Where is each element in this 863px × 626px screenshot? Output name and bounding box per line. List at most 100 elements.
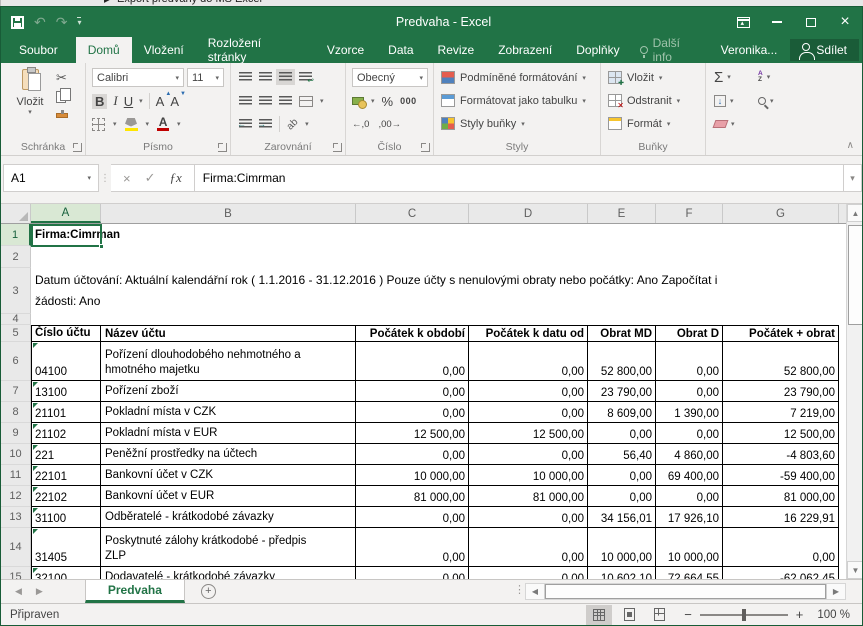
- cell-c14[interactable]: 0,00: [356, 528, 469, 567]
- cell-g11[interactable]: -59 400,00: [723, 465, 839, 486]
- row-header-14[interactable]: 14: [1, 528, 31, 567]
- bold-button[interactable]: B: [92, 94, 107, 109]
- insert-function-icon[interactable]: ƒx: [170, 170, 182, 186]
- number-format-combo[interactable]: Obecný▾: [352, 68, 428, 87]
- cell-e6[interactable]: 52 800,00: [588, 342, 656, 381]
- cell-d5[interactable]: Počátek k datu od: [469, 325, 588, 342]
- cell-e15[interactable]: 10 602,10: [588, 567, 656, 579]
- font-color-dropdown-icon[interactable]: ▾: [177, 120, 181, 128]
- cell-f6[interactable]: 0,00: [656, 342, 723, 381]
- alignment-dialog-launcher-icon[interactable]: [333, 143, 342, 152]
- column-header-b[interactable]: B: [101, 204, 356, 223]
- row-header-5[interactable]: 5: [1, 325, 31, 342]
- cell-b12[interactable]: Bankovní účet v EUR: [101, 486, 356, 507]
- cell-f9[interactable]: 0,00: [656, 423, 723, 444]
- borders-icon[interactable]: [92, 118, 105, 131]
- align-center-icon[interactable]: [259, 96, 272, 106]
- new-sheet-button[interactable]: +: [201, 580, 216, 603]
- cell-b15[interactable]: Dodavatelé - krátkodobé závazky: [101, 567, 356, 579]
- cell-a6[interactable]: 04100: [31, 342, 101, 381]
- align-middle-icon[interactable]: [259, 72, 272, 82]
- cell-a10[interactable]: 221: [31, 444, 101, 465]
- cell-g15[interactable]: -62 062,45: [723, 567, 839, 579]
- cell-g13[interactable]: 16 229,91: [723, 507, 839, 528]
- cell-c11[interactable]: 10 000,00: [356, 465, 469, 486]
- cell-c8[interactable]: 0,00: [356, 402, 469, 423]
- cell-e7[interactable]: 23 790,00: [588, 381, 656, 402]
- horizontal-scroll-thumb[interactable]: [545, 584, 826, 599]
- row-header-3[interactable]: 3: [1, 268, 31, 314]
- cell-c15[interactable]: 0,00: [356, 567, 469, 579]
- column-header-a[interactable]: A: [31, 204, 101, 223]
- shrink-font-button[interactable]: A: [170, 94, 179, 109]
- sort-filter-dropdown-icon[interactable]: ▾: [767, 73, 771, 81]
- cell-f14[interactable]: 10 000,00: [656, 528, 723, 567]
- zoom-out-icon[interactable]: −: [684, 607, 692, 622]
- merge-dropdown-icon[interactable]: ▾: [320, 97, 324, 105]
- scroll-up-icon[interactable]: ▲: [847, 204, 863, 222]
- close-button[interactable]: ×: [828, 7, 862, 37]
- cell-e11[interactable]: 0,00: [588, 465, 656, 486]
- cell-c6[interactable]: 0,00: [356, 342, 469, 381]
- enter-icon[interactable]: ✓: [145, 170, 156, 186]
- cell-d9[interactable]: 12 500,00: [469, 423, 588, 444]
- form-t-button[interactable]: Formát▾: [608, 115, 680, 132]
- undo-icon[interactable]: ↶: [34, 15, 46, 29]
- clear-dropdown-icon[interactable]: ▾: [731, 120, 735, 128]
- scroll-left-icon[interactable]: ◀: [526, 584, 545, 599]
- sort-filter-icon[interactable]: AZ: [758, 71, 763, 83]
- formula-input[interactable]: Firma:Cimrman: [195, 164, 844, 192]
- row-header-12[interactable]: 12: [1, 486, 31, 507]
- normal-view-button[interactable]: [586, 605, 612, 625]
- cell-b9[interactable]: Pokladní místa v EUR: [101, 423, 356, 444]
- podm-n-n-form-tov-n-button[interactable]: Podmíněné formátování▾: [441, 69, 586, 86]
- cell-g5[interactable]: Počátek + obrat: [723, 325, 839, 342]
- cell-g7[interactable]: 23 790,00: [723, 381, 839, 402]
- cell-b5[interactable]: Název účtu: [101, 325, 356, 342]
- increase-indent-icon[interactable]: [259, 119, 272, 129]
- column-header-c[interactable]: C: [356, 204, 469, 223]
- fill-down-icon[interactable]: ↓: [714, 95, 726, 107]
- orientation-dropdown-icon[interactable]: ▾: [305, 120, 309, 128]
- cell-g12[interactable]: 81 000,00: [723, 486, 839, 507]
- share-button[interactable]: Sdílet: [790, 39, 859, 61]
- cell-a14[interactable]: 31405: [31, 528, 101, 567]
- page-layout-view-button[interactable]: [616, 605, 642, 625]
- save-icon[interactable]: [11, 16, 24, 29]
- scroll-right-icon[interactable]: ▶: [826, 584, 845, 599]
- tab-soubor[interactable]: Soubor: [1, 37, 76, 63]
- grow-font-button[interactable]: A: [156, 94, 165, 109]
- tab-zobrazen[interactable]: Zobrazení: [486, 37, 564, 63]
- cell-area-row-1[interactable]: Firma:Cimrman: [31, 224, 846, 246]
- row-header-6[interactable]: 6: [1, 342, 31, 381]
- autosum-dropdown-icon[interactable]: ▾: [727, 73, 731, 81]
- cell-d6[interactable]: 0,00: [469, 342, 588, 381]
- align-left-icon[interactable]: [239, 96, 252, 106]
- cell-c5[interactable]: Počátek k období: [356, 325, 469, 342]
- collapse-ribbon-icon[interactable]: ∧: [847, 140, 854, 151]
- increase-decimal-icon[interactable]: ←,0: [352, 119, 369, 130]
- cell-g9[interactable]: 12 500,00: [723, 423, 839, 444]
- vertical-scrollbar[interactable]: ▲ ▼: [846, 204, 863, 579]
- cell-a15[interactable]: 32100: [31, 567, 101, 579]
- cell-a7[interactable]: 13100: [31, 381, 101, 402]
- row-header-8[interactable]: 8: [1, 402, 31, 423]
- cut-icon[interactable]: ✂: [56, 71, 67, 84]
- cell-e12[interactable]: 0,00: [588, 486, 656, 507]
- decrease-indent-icon[interactable]: [239, 119, 252, 129]
- ribbon-display-options-button[interactable]: [726, 7, 760, 37]
- cell-f11[interactable]: 69 400,00: [656, 465, 723, 486]
- format-painter-icon[interactable]: [56, 113, 68, 118]
- cell-c7[interactable]: 0,00: [356, 381, 469, 402]
- next-sheet-icon[interactable]: ▶: [36, 586, 43, 597]
- row-header-2[interactable]: 2: [1, 246, 31, 268]
- cell-b11[interactable]: Bankovní účet v CZK: [101, 465, 356, 486]
- align-top-icon[interactable]: [239, 72, 252, 82]
- autosum-button[interactable]: Σ: [714, 70, 723, 85]
- fill-color-button[interactable]: [125, 118, 138, 131]
- align-right-icon[interactable]: [279, 96, 292, 106]
- cell-g14[interactable]: 0,00: [723, 528, 839, 567]
- cell-d14[interactable]: 0,00: [469, 528, 588, 567]
- zoom-slider[interactable]: [700, 614, 788, 616]
- user-account[interactable]: Veronika...: [711, 37, 788, 63]
